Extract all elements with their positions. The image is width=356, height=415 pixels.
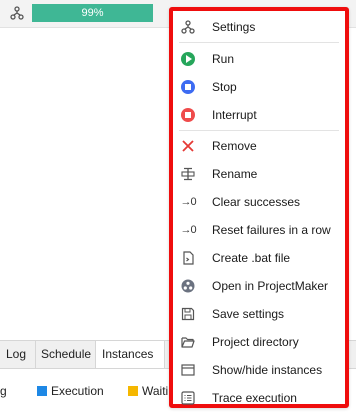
menu-item-label: Save settings (212, 307, 285, 321)
arrow-zero-icon: →0 (180, 224, 196, 236)
menu-item-label: Reset failures in a row (212, 223, 331, 237)
menu-item-reset-failures[interactable]: →0 Reset failures in a row (173, 218, 345, 242)
rename-icon (181, 167, 195, 181)
menu-item-label: Trace execution (212, 391, 297, 405)
menu-item-trace-execution[interactable]: Trace execution (173, 386, 345, 410)
window-icon (181, 363, 195, 377)
save-icon (181, 307, 195, 321)
close-icon (181, 139, 195, 153)
script-file-icon (181, 251, 195, 265)
legend-label: Waiti (142, 384, 169, 398)
legend-swatch (128, 386, 138, 396)
menu-item-label: Open in ProjectMaker (212, 279, 329, 293)
tab-instances[interactable]: Instances (96, 341, 165, 368)
list-icon (181, 391, 195, 405)
play-circle-icon (181, 52, 195, 66)
hierarchy-icon (181, 20, 195, 34)
menu-item-label: Create .bat file (212, 251, 291, 265)
hierarchy-icon[interactable] (10, 6, 24, 20)
menu-item-label: Interrupt (212, 108, 257, 122)
menu-item-label: Settings (212, 20, 256, 34)
legend-swatch (37, 386, 47, 396)
projectmaker-icon (181, 279, 195, 293)
legend-item-execution: Execution (37, 384, 104, 398)
menu-item-show-hide-instances[interactable]: Show/hide instances (173, 358, 345, 382)
menu-separator (179, 130, 339, 131)
menu-item-create-bat[interactable]: Create .bat file (173, 246, 345, 270)
tab-label: Instances (102, 347, 154, 361)
menu-item-label: Clear successes (212, 195, 301, 209)
menu-item-project-directory[interactable]: Project directory (173, 330, 345, 354)
menu-item-label: Remove (212, 139, 257, 153)
folder-open-icon (181, 335, 195, 349)
menu-separator (179, 42, 339, 43)
interrupt-circle-icon (181, 108, 195, 122)
menu-item-label: Rename (212, 167, 258, 181)
tab-schedule[interactable]: Schedule (35, 341, 96, 368)
menu-item-open-projectmaker[interactable]: Open in ProjectMaker (173, 274, 345, 298)
menu-item-run[interactable]: Run (173, 47, 345, 71)
menu-item-interrupt[interactable]: Interrupt (173, 103, 345, 127)
arrow-zero-icon: →0 (180, 196, 196, 208)
menu-item-save-settings[interactable]: Save settings (173, 302, 345, 326)
tab-label: Schedule (41, 347, 92, 361)
legend-item: g (0, 384, 7, 398)
progress-bar: 99% (32, 4, 153, 22)
menu-item-label: Run (212, 52, 235, 66)
context-menu: Settings Run Stop Interrupt Remove Renam… (169, 7, 349, 408)
tab-label: Log (6, 347, 27, 361)
menu-item-rename[interactable]: Rename (173, 162, 345, 186)
legend-label: g (0, 384, 7, 398)
tab-log[interactable]: Log (0, 341, 36, 368)
menu-item-stop[interactable]: Stop (173, 75, 345, 99)
stop-circle-icon (181, 80, 195, 94)
menu-item-clear-successes[interactable]: →0 Clear successes (173, 190, 345, 214)
menu-item-label: Stop (212, 80, 237, 94)
menu-item-settings[interactable]: Settings (173, 15, 345, 39)
menu-item-label: Show/hide instances (212, 363, 323, 377)
legend-label: Execution (51, 384, 104, 398)
progress-text: 99% (81, 7, 104, 19)
legend-item-waiting: Waiti (128, 384, 168, 398)
menu-item-label: Project directory (212, 335, 299, 349)
menu-item-remove[interactable]: Remove (173, 134, 345, 158)
